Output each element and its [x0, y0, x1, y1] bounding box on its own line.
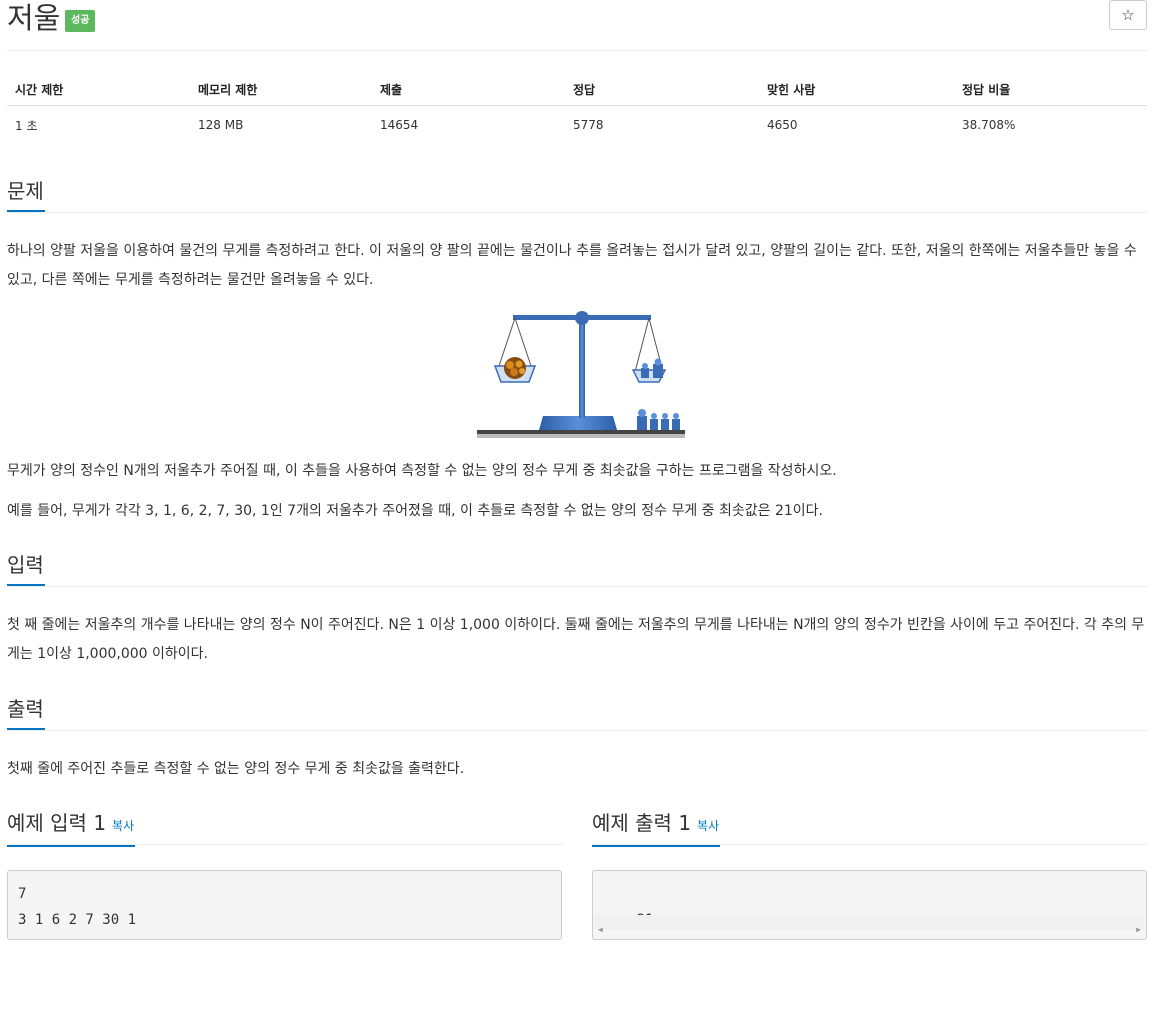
problem-title: 저울 [7, 1, 61, 35]
problem-heading: 문제 [7, 172, 45, 212]
table-row: 1 초 128 MB 14654 5778 4650 38.708% [7, 106, 1147, 145]
table-cell: 4650 [767, 118, 798, 132]
horizontal-scrollbar[interactable]: ◀ ▶ [594, 915, 1145, 934]
table-cell: 38.708% [962, 118, 1016, 132]
title-row: 저울 성공 ☆ [7, 0, 1147, 51]
sample-output-section-head: 예제 출력 1 복사 [592, 804, 1147, 847]
star-icon[interactable]: ☆ [1109, 0, 1147, 30]
problem-description: 하나의 양팔 저울을 이용하여 물건의 무게를 측정하려고 한다. 이 저울의 … [7, 243, 1137, 288]
output-heading: 출력 [7, 690, 45, 730]
scroll-left-icon[interactable]: ◀ [598, 917, 603, 943]
output-section-head: 출력 [7, 690, 1147, 731]
problem-example: 예를 들어, 무게가 각각 3, 1, 6, 2, 7, 30, 1인 7개의 … [7, 503, 824, 519]
table-cell: 14654 [380, 118, 419, 132]
problem-section-head: 문제 [7, 172, 1147, 213]
table-header-row: 시간 제한 메모리 제한 제출 정답 맞힌 사람 정답 비율 [7, 73, 1147, 106]
table-header: 시간 제한 [7, 73, 190, 106]
sample-input-heading: 예제 입력 1 복사 [7, 804, 136, 847]
output-description: 첫째 줄에 주어진 추들로 측정할 수 없는 양의 정수 무게 중 최솟값을 출… [7, 761, 465, 777]
copy-sample-input-button[interactable]: 복사 [112, 819, 134, 833]
table-cell: 1 초 [15, 118, 38, 133]
sample-input-title: 예제 입력 1 [7, 811, 107, 835]
problem-page: 저울 성공 ☆ 시간 제한 메모리 제한 제출 정답 맞힌 사람 정답 비율 1… [7, 0, 1147, 940]
table-header: 정답 비율 [954, 73, 1147, 106]
status-badge: 성공 [65, 10, 96, 32]
table-cell: 128 MB [198, 118, 244, 132]
table-header: 정답 [565, 73, 759, 106]
sample-output-title: 예제 출력 1 [592, 811, 692, 835]
problem-task: 무게가 양의 정수인 N개의 저울추가 주어질 때, 이 추들을 사용하여 측정… [7, 463, 837, 479]
copy-sample-output-button[interactable]: 복사 [697, 819, 719, 833]
table-header: 메모리 제한 [190, 73, 372, 106]
input-heading: 입력 [7, 546, 45, 586]
input-description: 첫 째 줄에는 저울추의 개수를 나타내는 양의 정수 N이 주어진다. N은 … [7, 617, 1145, 662]
sample-output-heading: 예제 출력 1 복사 [592, 804, 721, 847]
input-section-head: 입력 [7, 546, 1147, 587]
scroll-right-icon[interactable]: ▶ [1136, 917, 1141, 943]
table-cell: 5778 [573, 118, 604, 132]
sample-input-section-head: 예제 입력 1 복사 [7, 804, 563, 847]
balance-scale-image [477, 311, 685, 438]
problem-stats-table: 시간 제한 메모리 제한 제출 정답 맞힌 사람 정답 비율 1 초 128 M… [7, 73, 1147, 144]
table-header: 제출 [372, 73, 565, 106]
table-header: 맞힌 사람 [759, 73, 954, 106]
